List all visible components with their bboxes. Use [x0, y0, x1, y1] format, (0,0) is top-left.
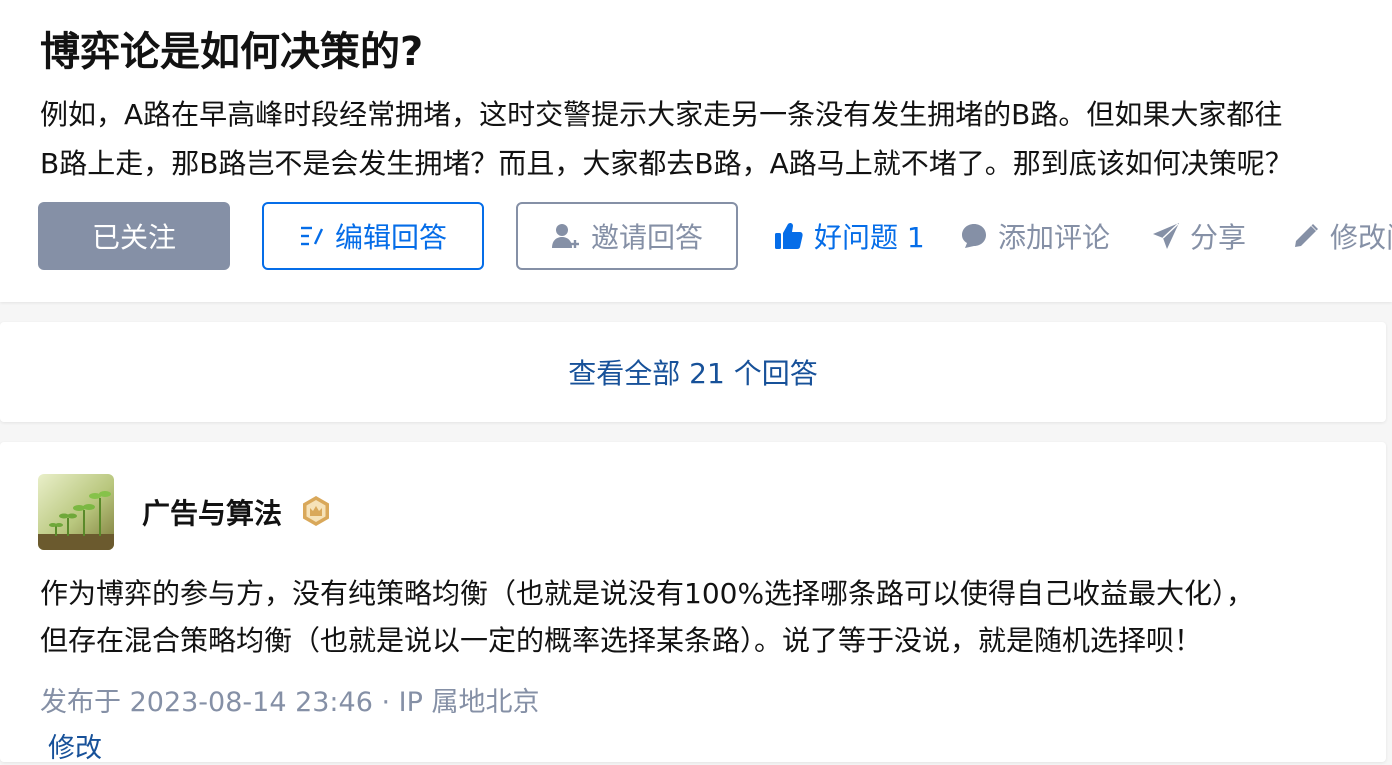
followed-button[interactable]: 已关注	[38, 202, 230, 270]
answer-text-line: 作为博弈的参与方，没有纯策略均衡（也就是说没有100%选择哪条路可以使得自己收益…	[40, 577, 1255, 610]
share-button[interactable]: 分享	[1152, 202, 1246, 270]
add-comment-button[interactable]: 添加评论	[960, 202, 1110, 270]
publish-info: 发布于 2023-08-14 23:46 · IP 属地北京	[40, 687, 540, 718]
view-all-answers-link[interactable]: 查看全部 21 个回答	[0, 322, 1386, 422]
invite-answer-label: 邀请回答	[590, 221, 703, 254]
question-card: 博弈论是如何决策的? 例如，A路在早高峰时段经常拥堵，这时交警提示大家走另一条没…	[0, 0, 1392, 302]
edit-answer-label: 编辑回答	[334, 221, 447, 254]
author-name[interactable]: 广告与算法	[142, 492, 282, 532]
answer-content: 作为博弈的参与方，没有纯策略均衡（也就是说没有100%选择哪条路可以使得自己收益…	[40, 570, 1370, 664]
edit-list-icon	[299, 225, 325, 247]
modify-question-label: 修改问题	[1330, 221, 1392, 254]
paper-plane-icon	[1152, 222, 1180, 250]
answer-edit-link[interactable]: 修改	[48, 726, 102, 765]
answer-text-line: 但存在混合策略均衡（也就是说以一定的概率选择某条路）。说了等于没说，就是随机选择…	[40, 624, 1203, 657]
question-detail: 例如，A路在早高峰时段经常拥堵，这时交警提示大家走另一条没有发生拥堵的B路。但如…	[40, 90, 1385, 188]
view-all-answers-label: 查看全部 21 个回答	[568, 357, 818, 390]
invite-answer-button[interactable]: 邀请回答	[516, 202, 738, 270]
followed-label: 已关注	[91, 221, 176, 254]
share-label: 分享	[1190, 221, 1247, 254]
answer-card: 广告与算法 作为博弈的参与方，没有纯策略均衡（也就是说没有100%选择哪条路可以…	[0, 442, 1386, 765]
add-user-icon	[551, 221, 581, 251]
add-comment-label: 添加评论	[998, 221, 1111, 254]
modify-question-button[interactable]: 修改问题	[1292, 202, 1392, 270]
question-detail-line: 例如，A路在早高峰时段经常拥堵，这时交警提示大家走另一条没有发生拥堵的B路。但如…	[40, 98, 1283, 131]
question-detail-line: B路上走，那B路岂不是会发生拥堵？而且，大家都去B路，A路马上就不堵了。那到底该…	[40, 147, 1293, 180]
question-title: 博弈论是如何决策的?	[40, 29, 424, 75]
crown-badge-icon	[300, 495, 332, 527]
good-question-label: 好问题 1	[814, 221, 925, 254]
avatar[interactable]	[38, 474, 114, 550]
thumbs-up-icon	[774, 221, 804, 251]
edit-answer-button[interactable]: 编辑回答	[262, 202, 484, 270]
pencil-icon	[1292, 222, 1320, 250]
comment-bubble-icon	[960, 222, 988, 250]
answer-edit-label: 修改	[48, 733, 102, 764]
good-question-button[interactable]: 好问题 1	[774, 202, 925, 270]
question-actions: 已关注 编辑回答 邀请回答 好问题 1 添加评论 分享 修改	[38, 202, 1392, 270]
